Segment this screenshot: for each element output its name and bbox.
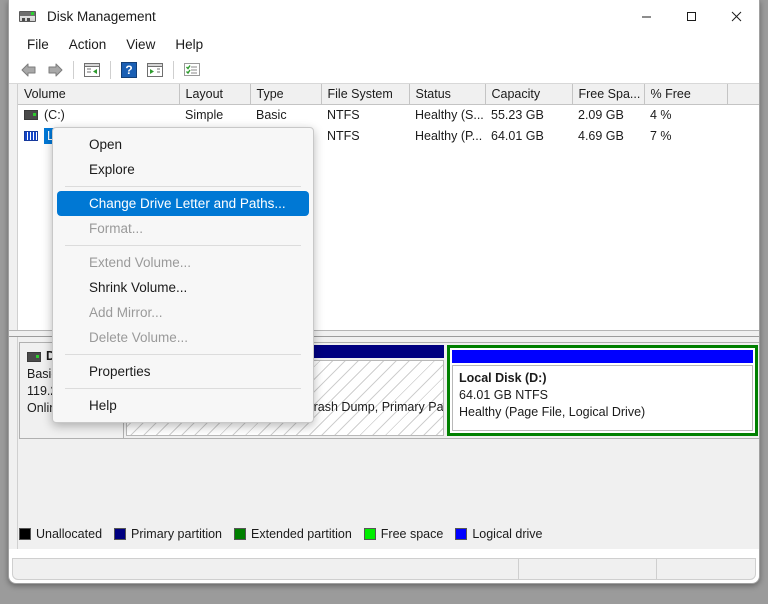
status-cell-third [657,559,755,579]
context-menu: Open Explore Change Drive Letter and Pat… [52,127,314,423]
legend-label-primary-partition: Primary partition [131,527,223,541]
minimize-button[interactable] [624,0,669,32]
window-title: Disk Management [47,8,156,24]
cell-percent-free: 4 % [650,108,672,122]
menu-bar: File Action View Help [9,32,759,56]
context-menu-item-properties[interactable]: Properties [53,359,313,384]
list-pane-gutter [9,84,18,330]
menu-help[interactable]: Help [166,35,212,54]
toolbar-separator [73,60,74,79]
context-menu-item-add-mirror: Add Mirror... [89,305,163,320]
volume-table-header-row: Volume Layout Type File System Status Ca… [18,84,759,105]
partition-d-size: 64.01 GB NTFS [459,388,548,402]
cell-blank [727,105,759,126]
legend-item-free-space: Free space [363,527,444,541]
help-icon[interactable]: ? [116,58,142,82]
cell-free-space: 4.69 GB [578,129,624,143]
menu-view[interactable]: View [117,35,164,54]
legend-label-extended-partition: Extended partition [251,527,352,541]
context-menu-item-open[interactable]: Open [53,132,313,157]
column-header-status[interactable]: Status [409,84,486,105]
context-menu-separator [65,354,301,355]
properties-icon[interactable] [179,58,205,82]
window-controls [624,0,759,32]
graph-pane-gutter [9,337,18,549]
cell-capacity: 64.01 GB [491,129,544,143]
partition-d-title: Local Disk (D:) [459,371,547,385]
cell-layout: Simple [185,108,224,122]
show-hide-console-tree-icon[interactable] [79,58,105,82]
context-menu-separator [65,388,301,389]
show-hide-action-pane-icon[interactable] [142,58,168,82]
column-header-file-system[interactable]: File System [321,84,410,105]
column-header-blank[interactable] [727,84,759,105]
title-bar: Disk Management [9,0,759,32]
status-cell-second [519,559,657,579]
legend-label-unallocated: Unallocated [36,527,103,541]
column-header-layout[interactable]: Layout [179,84,251,105]
cell-status: Healthy (S... [415,108,484,122]
cell-volume: (C:) [18,105,179,126]
column-header-free-space[interactable]: Free Spa... [572,84,645,105]
legend-swatch-primary-partition [114,528,127,540]
legend-item-primary-partition: Primary partition [114,527,222,541]
close-button[interactable] [714,0,759,32]
partition-d[interactable]: Local Disk (D:) 64.01 GB NTFS Healthy (P… [447,345,758,436]
legend-swatch-logical-drive [455,528,468,540]
menu-file[interactable]: File [18,35,58,54]
toolbar-separator [173,60,174,79]
column-header-capacity[interactable]: Capacity [485,84,573,105]
drive-icon-striped [24,131,38,141]
context-menu-item-explore[interactable]: Explore [53,157,313,182]
legend-item-logical-drive: Logical drive [455,527,543,541]
cell-capacity: 55.23 GB [491,108,544,122]
context-menu-separator [65,245,301,246]
legend-swatch-unallocated [19,528,31,540]
legend-item-unallocated: Unallocated [19,527,102,541]
cell-percent-free: 7 % [650,129,672,143]
cell-file-system: NTFS [327,129,360,143]
context-menu-item-change-drive-letter-and-paths[interactable]: Change Drive Letter and Paths... [57,191,309,216]
disk-drive-icon [18,8,38,24]
column-header-type[interactable]: Type [250,84,322,105]
cell-file-system: NTFS [327,108,360,122]
status-cell-main [13,559,519,579]
context-menu-item-extend-volume: Extend Volume... [89,255,192,270]
disk-icon [27,351,41,362]
back-icon[interactable] [16,58,42,82]
column-header-volume[interactable]: Volume [18,84,180,105]
context-menu-item-format: Format... [89,221,144,236]
toolbar-separator [110,60,111,79]
legend-item-extended-partition: Extended partition [234,527,352,541]
legend-swatch-free-space [363,528,376,540]
legend-label-free-space: Free space [380,527,444,541]
forward-icon[interactable] [42,58,68,82]
cell-status: Healthy (P... [415,129,483,143]
partition-d-capacity-bar [452,350,753,363]
legend-label-logical-drive: Logical drive [472,527,543,541]
maximize-button[interactable] [669,0,714,32]
legend: Unallocated Primary partition Extended p… [19,525,555,543]
disk-management-window: Disk Management File Action View Help ? … [8,0,760,584]
context-menu-item-shrink-volume[interactable]: Shrink Volume... [53,275,313,300]
context-menu-item-help[interactable]: Help [53,393,313,418]
menu-action[interactable]: Action [60,35,116,54]
context-menu-separator [65,186,301,187]
svg-text:?: ? [125,63,132,77]
cell-blank [727,125,759,147]
legend-swatch-extended-partition [234,528,247,540]
drive-icon-plain [24,110,38,120]
column-header-percent-free[interactable]: % Free [644,84,728,105]
status-bar [12,558,756,580]
cell-type: Basic [256,108,287,122]
cell-free-space: 2.09 GB [578,108,624,122]
toolbar: ? [9,56,759,84]
partition-d-status: Healthy (Page File, Logical Drive) [459,405,646,419]
table-row[interactable]: (C:) Simple Basic NTFS Healthy (S... 55.… [18,105,759,126]
context-menu-item-delete-volume: Delete Volume... [89,330,189,345]
